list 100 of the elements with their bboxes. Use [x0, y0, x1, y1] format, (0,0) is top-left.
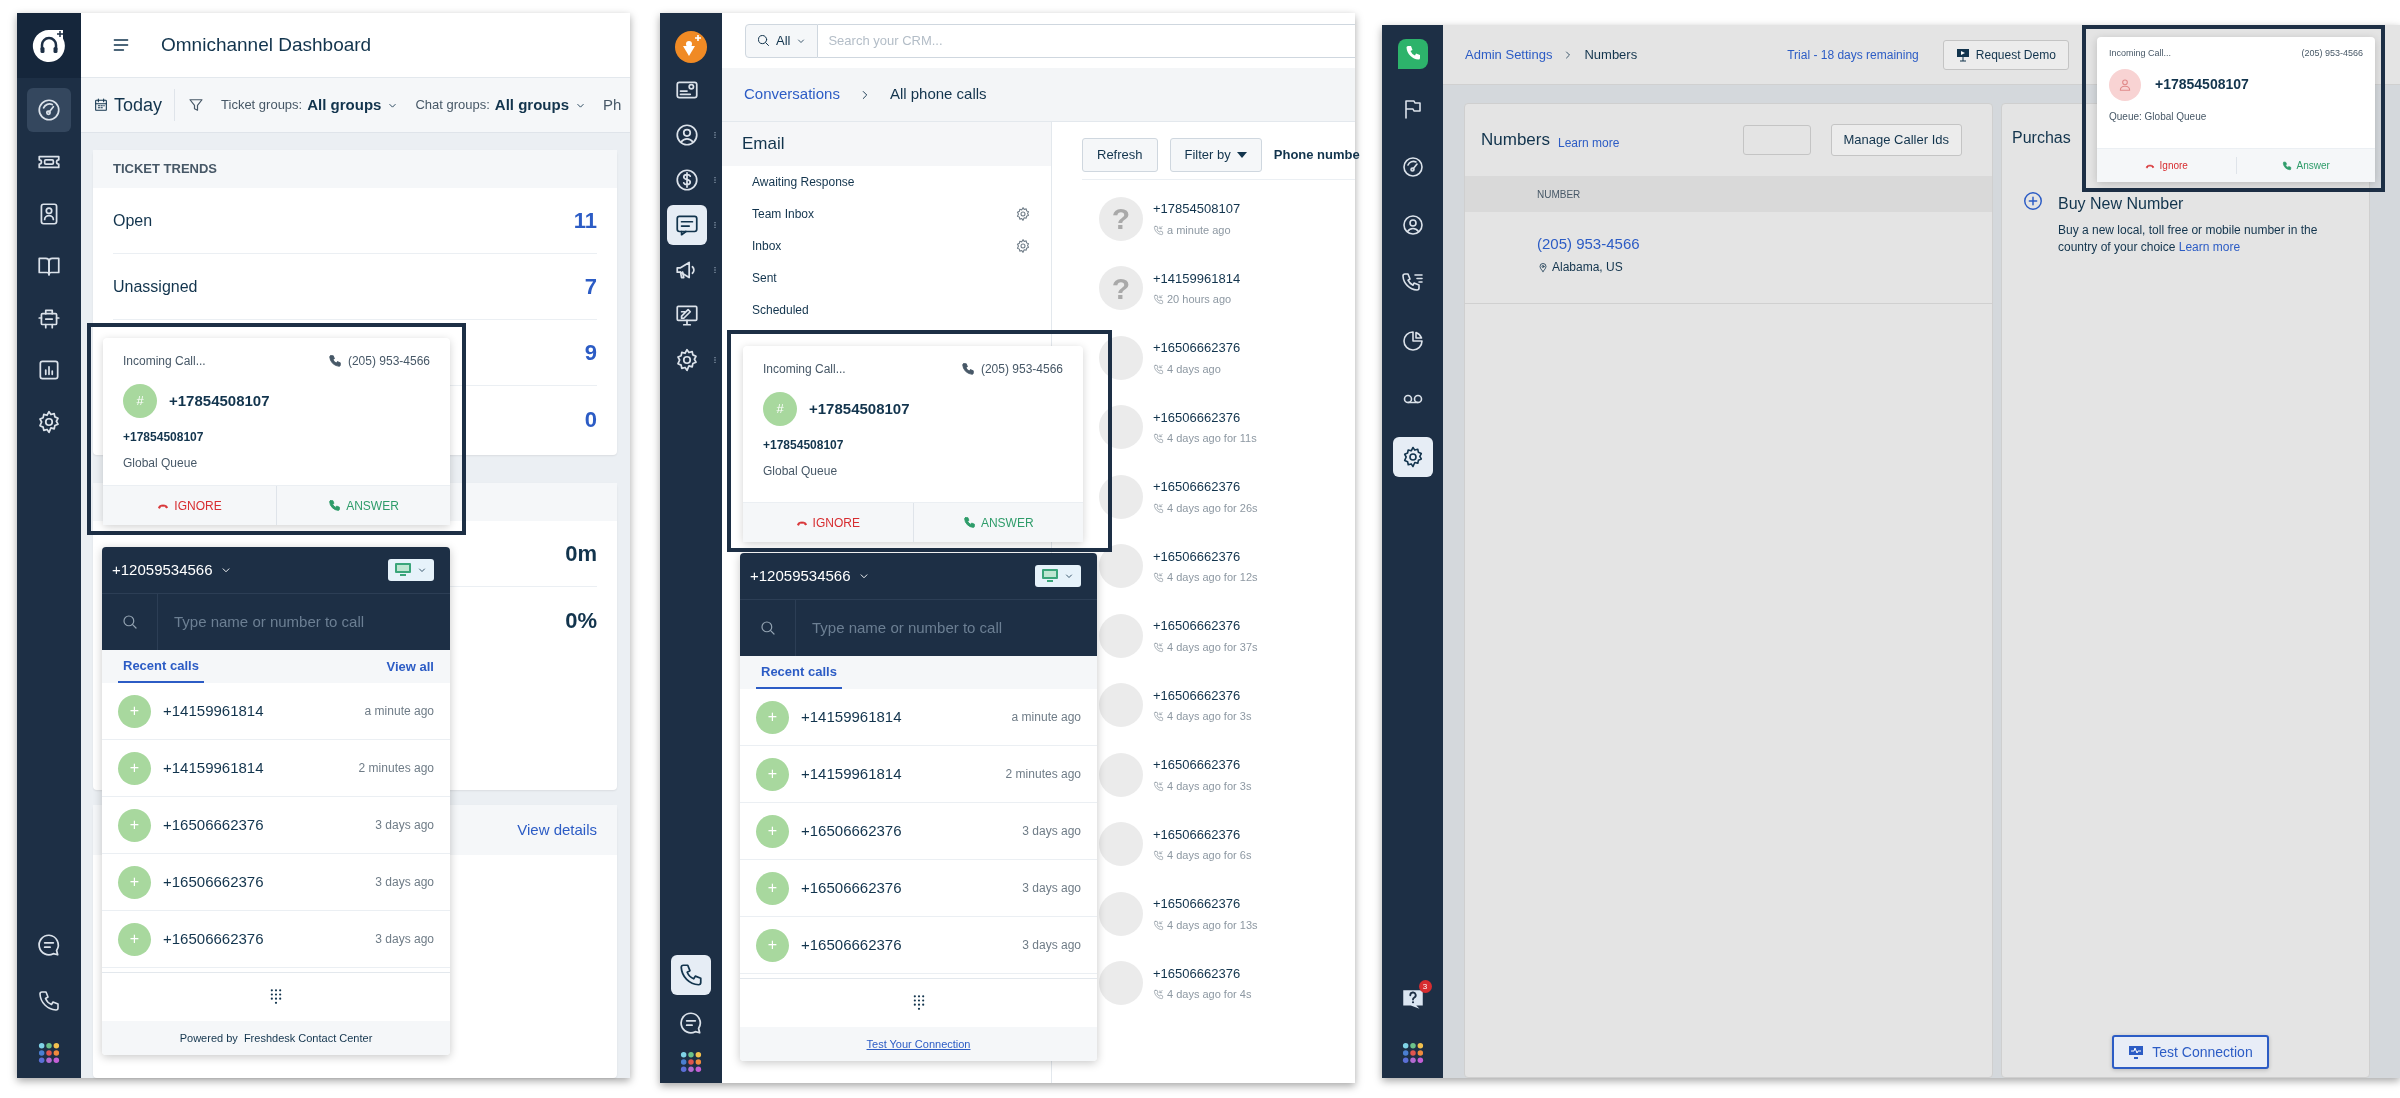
folder-item[interactable]: Scheduled — [722, 294, 1051, 326]
ignore-button[interactable]: IGNORE — [743, 503, 913, 542]
recent-call-row[interactable]: + +16506662376 3 days ago — [740, 860, 1097, 917]
apps-icon[interactable] — [1401, 1042, 1424, 1064]
breadcrumb-link[interactable]: Conversations — [744, 83, 840, 106]
recent-call-row[interactable]: + +14159961814 2 minutes ago — [740, 746, 1097, 803]
view-details-link[interactable]: View details — [517, 818, 597, 842]
call-row[interactable]: +16506662376 4 days ago for 13s — [1099, 879, 1355, 949]
presentation-icon — [1955, 47, 1970, 62]
call-time: 4 days ago for 4s — [1167, 987, 1252, 1003]
line-number: (205) 953-4566 — [327, 352, 430, 370]
call-row[interactable]: +16506662376 4 days ago for 3s — [1099, 670, 1355, 740]
phone-number: +16506662376 — [1153, 547, 1242, 566]
recent-call-row[interactable]: + +14159961814 2 minutes ago — [102, 740, 450, 797]
call-time: 4 days ago for 26s — [1167, 500, 1258, 516]
number-dropdown[interactable]: +12059534566 — [750, 564, 871, 588]
avatar: + — [756, 814, 789, 848]
avatar — [1099, 752, 1143, 797]
avatar: # — [763, 392, 797, 426]
phone-icon — [678, 962, 704, 988]
request-demo-button[interactable]: Request Demo — [1942, 39, 2069, 70]
folder-item[interactable]: Inbox — [722, 230, 1051, 262]
recent-call-row[interactable]: + +16506662376 3 days ago — [740, 917, 1097, 974]
call-time: 4 days ago for 3s — [1167, 709, 1252, 725]
ignore-button[interactable]: Ignore — [2097, 157, 2236, 174]
search-bar[interactable]: Type name or number to call — [740, 600, 1097, 656]
call-row[interactable]: +16506662376 4 days ago for 4s — [1099, 948, 1355, 1018]
call-row[interactable]: +16506662376 4 days ago — [1099, 323, 1355, 393]
device-button[interactable] — [388, 559, 434, 581]
phone-number: +17854508107 — [1153, 200, 1241, 219]
learn-more-link[interactable]: Learn more — [1557, 133, 1620, 152]
card-title: Numbers — [1481, 129, 1550, 151]
call-search-field[interactable]: Type name or number to call — [796, 600, 1097, 656]
sidebar-button[interactable] — [27, 88, 71, 132]
call-row[interactable]: ? +14159961814 20 hours ago — [1099, 253, 1355, 323]
metric-value: 0m — [565, 540, 597, 568]
message-icon — [674, 212, 700, 238]
phone-icon — [960, 362, 975, 376]
add-icon — [2022, 190, 2044, 212]
crm-search-field[interactable]: Search your CRM... — [818, 23, 1355, 58]
folder-item[interactable]: Awaiting Response — [722, 166, 1051, 198]
location: Alabama, US — [1552, 259, 1623, 276]
avatar — [1099, 613, 1143, 658]
refresh-button[interactable]: Refresh — [1082, 137, 1158, 172]
call-search-field[interactable]: Type name or number to call — [158, 594, 450, 650]
headset-logo — [31, 27, 67, 64]
call-row[interactable]: +16506662376 4 days ago for 12s — [1099, 531, 1355, 601]
call-row[interactable]: +16506662376 4 days ago for 37s — [1099, 601, 1355, 671]
phone-number: +14159961814 — [163, 757, 265, 778]
settings-icon — [36, 409, 62, 435]
call-row[interactable]: +16506662376 4 days ago for 6s — [1099, 809, 1355, 879]
recent-call-row[interactable]: + +14159961814 a minute ago — [102, 683, 450, 740]
call-time: 4 days ago for 3s — [1167, 778, 1252, 794]
date-filter[interactable]: Today — [93, 91, 163, 119]
sidebar-button[interactable] — [667, 205, 707, 245]
call-row[interactable]: +16506662376 4 days ago for 26s — [1099, 462, 1355, 532]
test-connection-link[interactable]: Test Your Connection — [866, 1035, 971, 1053]
call-time: a minute ago — [364, 703, 434, 720]
search-bar[interactable]: Type name or number to call — [102, 594, 450, 650]
incoming-call-icon — [1153, 224, 1164, 236]
call-row[interactable]: ? +17854508107 a minute ago — [1099, 184, 1355, 254]
gauge-icon — [36, 97, 62, 123]
search-scope-dropdown[interactable]: All — [745, 23, 819, 58]
recent-call-row[interactable]: + +16506662376 3 days ago — [102, 797, 450, 854]
call-row[interactable]: +16506662376 4 days ago for 3s — [1099, 740, 1355, 810]
incoming-call-icon — [1153, 433, 1164, 444]
phone-number-link[interactable]: (205) 953-4566 — [1537, 235, 1640, 252]
folder-item[interactable]: Team Inbox — [722, 198, 1051, 230]
avatar: + — [756, 700, 789, 734]
filter-button[interactable]: Filter by — [1169, 137, 1262, 172]
user-icon — [1400, 213, 1425, 237]
phone-icon — [2281, 160, 2292, 171]
avatar: + — [118, 922, 151, 956]
call-time: 4 days ago for 6s — [1167, 848, 1252, 864]
group-filter[interactable]: Ticket groups: All groups — [221, 93, 400, 117]
test-connection-button[interactable]: Test Connection — [2112, 1035, 2269, 1069]
apps-icon[interactable] — [680, 1051, 702, 1073]
recent-call-row[interactable]: + +16506662376 3 days ago — [102, 911, 450, 968]
call-row[interactable]: +16506662376 4 days ago for 11s — [1099, 392, 1355, 462]
group-filter[interactable]: Chat groups: All groups — [415, 93, 587, 117]
breadcrumb-link[interactable]: Admin Settings — [1465, 44, 1553, 65]
number-dropdown[interactable]: +12059534566 — [112, 558, 233, 582]
avatar: # — [123, 384, 157, 418]
recent-call-row[interactable]: + +14159961814 a minute ago — [740, 689, 1097, 746]
device-button[interactable] — [1035, 565, 1081, 587]
chat-icon — [678, 1010, 704, 1036]
recent-call-row[interactable]: + +16506662376 3 days ago — [102, 854, 450, 911]
apps-icon[interactable] — [38, 1042, 60, 1064]
manage-caller-ids-button[interactable]: Manage Caller Ids — [1830, 124, 1962, 156]
search-icon — [756, 33, 771, 48]
learn-more-link[interactable]: Learn more — [2178, 239, 2241, 254]
sidebar-button[interactable] — [671, 955, 711, 995]
sidebar-button[interactable] — [1392, 437, 1433, 477]
footer-text: Powered by Freshdesk Contact Center — [179, 1030, 373, 1046]
phone-number: +14159961814 — [801, 763, 903, 784]
recent-call-row[interactable]: + +16506662376 3 days ago — [740, 803, 1097, 860]
folder-item[interactable]: Sent — [722, 262, 1051, 294]
view-all-link[interactable]: View all — [386, 656, 434, 677]
ignore-button[interactable]: IGNORE — [103, 486, 276, 525]
search-field[interactable] — [1742, 125, 1811, 155]
